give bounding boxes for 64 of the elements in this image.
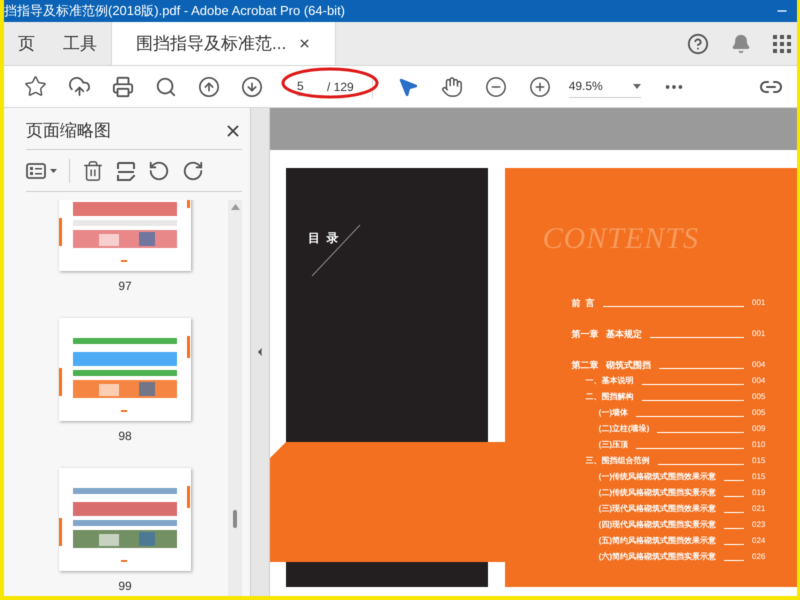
page-number-label: 97 (118, 278, 132, 295)
next-page-icon[interactable] (241, 76, 263, 98)
toc-entry: (三)现代风格砌筑式围挡效果示意 (598, 503, 716, 515)
scrollbar[interactable] (228, 200, 242, 596)
toc-entry: (二)传统风格砌筑式围挡实景示意 (598, 487, 716, 499)
toc-page-number: 024 (752, 535, 766, 547)
toc-page-number: 004 (752, 359, 766, 371)
caret-icon (632, 84, 641, 88)
page-number-field[interactable]: 5 (297, 77, 323, 96)
toc-page-number: 019 (752, 487, 766, 499)
scroll-thumb[interactable] (233, 510, 237, 528)
toc-entry: (二)立柱(墙垛) (598, 423, 650, 435)
toc-page-number: 004 (752, 375, 766, 387)
toc-entry: 第二章 砌筑式围挡 (572, 359, 652, 371)
tab[interactable]: 页 (4, 22, 49, 65)
page-number-label: 98 (118, 428, 132, 445)
search-icon[interactable] (155, 76, 177, 98)
print-icon[interactable] (112, 76, 134, 98)
star-icon[interactable] (24, 75, 47, 98)
toc-page-number: 009 (752, 423, 766, 435)
window-title: 挡指导及标准范例(2018版).pdf - Adobe Acrobat Pro (64-bit) (4, 2, 346, 20)
toc-page-number: 001 (752, 297, 766, 309)
page-count: / 129 (327, 78, 354, 96)
hand-icon[interactable] (440, 76, 463, 98)
zoom-out-icon[interactable] (484, 76, 507, 98)
toc-page-number: 023 (752, 519, 766, 531)
zoom-dropdown[interactable]: 49.5% (568, 75, 641, 98)
toc-page-number: 001 (752, 328, 766, 340)
toc-entry: (三)压顶 (598, 439, 628, 451)
trash-icon[interactable] (82, 160, 104, 182)
rotate-right-icon[interactable] (182, 160, 204, 182)
toc-entry: 前 言 (572, 297, 595, 309)
rotate-left-icon[interactable] (148, 160, 170, 182)
page-number-label: 99 (118, 578, 132, 595)
toc-entry: 一、基本说明 (586, 375, 634, 387)
toc-entry: (五)简约风格砌筑式围挡效果示意 (598, 535, 716, 547)
toc-entry: (一)墙体 (598, 407, 628, 419)
toc-entry: 三、围挡组合范例 (586, 455, 650, 467)
contents-title: CONTENTS (542, 221, 700, 257)
toc-page-number: 026 (752, 551, 766, 563)
tab[interactable]: 围挡指导及标准范... (111, 22, 336, 65)
toc-entry: 第一章 基本规定 (572, 328, 642, 340)
toc-entry: (六)简约风格砌筑式围挡实景示意 (598, 551, 716, 563)
apps-grid-icon[interactable] (773, 34, 791, 52)
toc-page-number: 015 (752, 471, 766, 483)
previous-page-icon[interactable] (198, 76, 220, 98)
toc-entry: 二、围挡解构 (586, 391, 634, 403)
cloud-upload-icon[interactable] (68, 75, 91, 98)
toc-page-number: 010 (752, 439, 766, 451)
zoom-in-icon[interactable] (528, 76, 551, 98)
panel-title: 页面缩略图 (26, 120, 111, 142)
tab[interactable]: 工具 (49, 22, 111, 65)
page-heading: 目 录 (308, 231, 339, 245)
toc-page-number: 005 (752, 391, 766, 403)
toc-page-number: 015 (752, 455, 766, 467)
bell-icon[interactable] (731, 34, 751, 54)
toc-page-number: 005 (752, 407, 766, 419)
options-icon[interactable] (26, 162, 46, 178)
toc-entry: (四)现代风格砌筑式围挡实景示意 (598, 519, 716, 531)
toc-entry: (一)传统风格砌筑式围挡效果示意 (598, 471, 716, 483)
help-icon[interactable] (687, 32, 709, 54)
close-icon[interactable] (298, 37, 312, 50)
caret-icon[interactable] (50, 168, 57, 172)
toc-page-number: 021 (752, 503, 766, 515)
